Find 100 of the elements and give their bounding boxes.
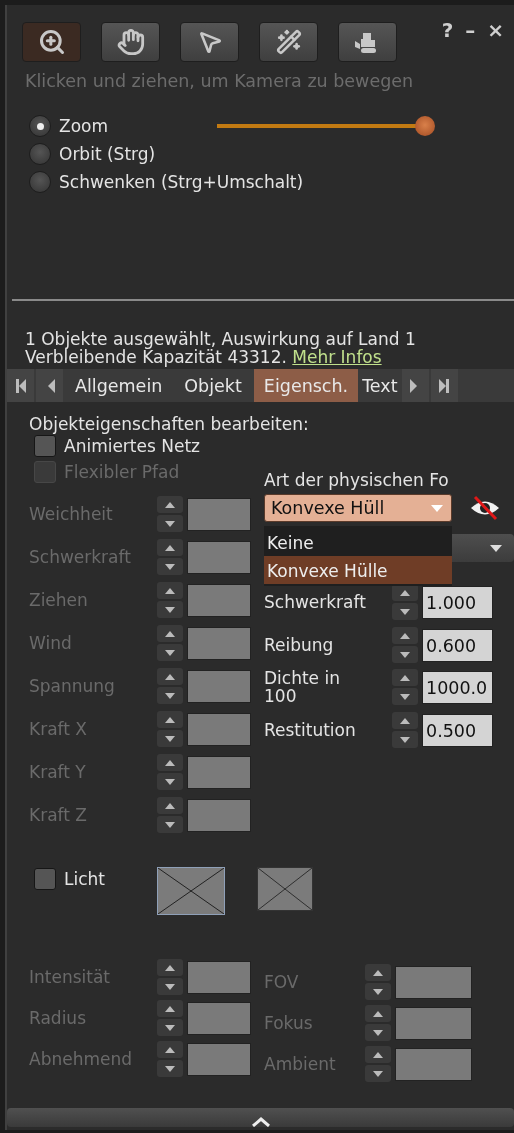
scroll-end-button[interactable] (430, 369, 458, 402)
checkbox-label: Licht (64, 869, 105, 889)
eye-slash-icon (469, 495, 501, 521)
selection-info: 1 Objekte ausgewählt, Auswirkung auf Land 1 (25, 330, 417, 348)
increment-button[interactable] (365, 1046, 391, 1063)
radio-button[interactable] (29, 171, 51, 193)
number-field[interactable]: 1.000 (422, 585, 493, 619)
decrement-button[interactable] (157, 816, 183, 833)
decrement-button[interactable] (157, 1019, 183, 1036)
radio-button[interactable] (29, 115, 51, 137)
increment-button[interactable] (392, 627, 418, 644)
number-field[interactable]: 0.500 (422, 713, 493, 747)
up-arrow-icon (400, 674, 410, 681)
title-bar-button[interactable]: × (487, 18, 504, 42)
increment-button[interactable] (157, 625, 183, 642)
decrement-button[interactable] (157, 978, 183, 995)
down-arrow-icon (165, 821, 175, 828)
skip-forward-icon (438, 377, 451, 394)
increment-button[interactable] (365, 964, 391, 981)
dropdown-option[interactable]: Konvexe Hülle (264, 556, 452, 584)
increment-button[interactable] (157, 959, 183, 976)
tool-button[interactable] (338, 22, 397, 62)
field-label: Spannung (29, 677, 115, 695)
up-arrow-icon (400, 632, 410, 639)
texture-swatch[interactable] (257, 867, 313, 911)
capacity-info: Verbleibende Kapazität 43312. Mehr Infos (25, 348, 383, 366)
up-arrow-icon (165, 1005, 175, 1012)
increment-button[interactable] (157, 539, 183, 556)
increment-button[interactable] (157, 668, 183, 685)
section-title: Objekteigenschaften bearbeiten: (28, 414, 310, 434)
increment-button[interactable] (157, 1041, 183, 1058)
down-arrow-icon (165, 1024, 175, 1031)
tool-button[interactable] (180, 22, 239, 62)
field-label: Dichte in 100 (264, 669, 341, 705)
increment-button[interactable] (157, 1000, 183, 1017)
title-bar-button[interactable]: ? (441, 18, 454, 42)
slider-thumb[interactable] (415, 116, 435, 136)
physics-type-dropdown[interactable]: Konvexe Hüll (264, 494, 452, 522)
increment-button[interactable] (392, 669, 418, 686)
magic-wand-icon (275, 29, 302, 55)
decrement-button[interactable] (392, 603, 418, 620)
hand-icon (116, 28, 145, 56)
field-label: Intensität (29, 968, 110, 986)
field-label: Reibung (264, 636, 334, 654)
decrement-button[interactable] (157, 601, 183, 618)
down-arrow-icon (373, 988, 383, 995)
radio-button[interactable] (29, 143, 51, 165)
decrement-button[interactable] (365, 983, 391, 1000)
down-arrow-icon (400, 608, 410, 615)
texture-swatch[interactable] (157, 867, 225, 915)
increment-button[interactable] (157, 496, 183, 513)
decrement-button[interactable] (365, 1024, 391, 1041)
decrement-button[interactable] (157, 515, 183, 532)
caret-icon (490, 544, 502, 552)
decrement-button[interactable] (157, 644, 183, 661)
increment-button[interactable] (157, 582, 183, 599)
down-arrow-icon (165, 778, 175, 785)
tab[interactable]: Eigensch. (253, 369, 359, 402)
field-label: Wind (29, 634, 72, 652)
field-label: Ziehen (29, 591, 88, 609)
title-bar-button[interactable]: – (465, 18, 476, 42)
number-field[interactable]: 1000.0 (422, 670, 493, 704)
up-arrow-icon (165, 759, 175, 766)
field-label: Fokus (264, 1014, 313, 1032)
field-label: Schwerkraft (264, 593, 366, 611)
field-label: Restitution (264, 721, 356, 739)
up-arrow-icon (373, 1010, 383, 1017)
scroll-right-button[interactable] (401, 369, 429, 402)
checkbox[interactable] (34, 868, 56, 890)
decrement-button[interactable] (365, 1065, 391, 1082)
up-arrow-icon (373, 1051, 383, 1058)
decrement-button[interactable] (392, 731, 418, 748)
scroll-left-button[interactable] (36, 369, 63, 402)
increment-button[interactable] (365, 1005, 391, 1022)
decrement-button[interactable] (157, 773, 183, 790)
scroll-start-button[interactable] (7, 369, 34, 402)
increment-button[interactable] (157, 754, 183, 771)
number-field[interactable]: 0.600 (422, 628, 493, 662)
dropdown-option[interactable]: Keine (264, 528, 452, 556)
tool-button[interactable] (22, 22, 81, 62)
field-label: Radius (29, 1009, 86, 1027)
tool-button[interactable] (259, 22, 318, 62)
decrement-button[interactable] (392, 688, 418, 705)
up-arrow-icon (165, 964, 175, 971)
down-arrow-icon (373, 1070, 383, 1077)
decrement-button[interactable] (392, 646, 418, 663)
down-arrow-icon (165, 649, 175, 656)
decrement-button[interactable] (157, 730, 183, 747)
tool-button[interactable] (101, 22, 160, 62)
hint-text: Klicken und ziehen, um Kamera zu bewegen (24, 71, 415, 91)
decrement-button[interactable] (157, 687, 183, 704)
checkbox[interactable] (34, 435, 56, 457)
radio-label: Schwenken (Strg+Umschalt) (59, 172, 304, 192)
increment-button[interactable] (157, 797, 183, 814)
checkbox-label: Flexibler Pfad (64, 462, 180, 482)
increment-button[interactable] (392, 712, 418, 729)
decrement-button[interactable] (157, 1060, 183, 1077)
increment-button[interactable] (157, 711, 183, 728)
decrement-button[interactable] (157, 558, 183, 575)
down-arrow-icon (400, 693, 410, 700)
